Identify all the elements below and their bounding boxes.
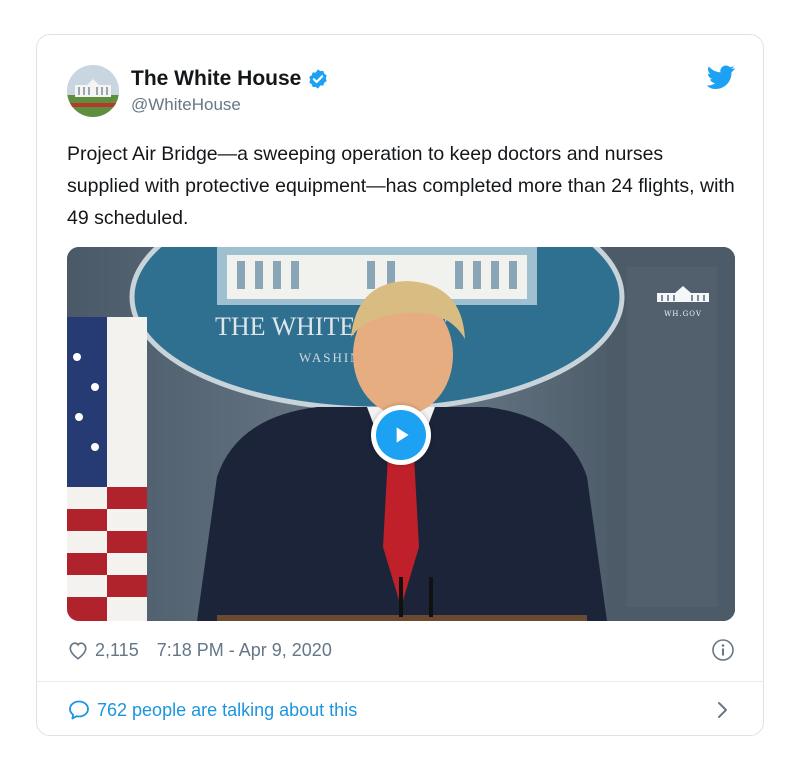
- play-button[interactable]: [371, 405, 431, 465]
- conversation-link[interactable]: 762 people are talking about this: [67, 695, 735, 725]
- divider: [37, 681, 763, 682]
- wh-gov-watermark: WH.GOV: [655, 283, 711, 318]
- like-count: 2,115: [95, 639, 139, 660]
- author-name[interactable]: The White House: [131, 67, 301, 91]
- white-house-avatar-image: [67, 65, 119, 117]
- play-icon: [376, 410, 426, 460]
- author-name-row: The White House: [131, 67, 329, 91]
- wh-gov-label: WH.GOV: [664, 310, 702, 318]
- heart-icon: [67, 640, 89, 660]
- american-flag: [67, 317, 147, 621]
- info-icon[interactable]: [711, 638, 735, 662]
- tweet-card: The White House @WhiteHouse Project Air …: [36, 34, 764, 736]
- like-button[interactable]: 2,115: [67, 640, 139, 661]
- conversation-text: 762 people are talking about this: [97, 699, 358, 720]
- tweet-timestamp[interactable]: 7:18 PM - Apr 9, 2020: [157, 640, 332, 661]
- chevron-right-icon: [717, 701, 729, 719]
- author-handle[interactable]: @WhiteHouse: [131, 95, 241, 115]
- white-house-logo-icon: [657, 286, 709, 302]
- verified-badge-icon: [307, 68, 329, 90]
- tweet-meta-row: 2,115 7:18 PM - Apr 9, 2020: [67, 635, 735, 665]
- video-player[interactable]: THE WHITE HOUSE WASHINGTON WH.GOV: [67, 247, 735, 621]
- speech-bubble-icon: [67, 698, 91, 722]
- avatar[interactable]: [67, 65, 119, 117]
- tweet-text: Project Air Bridge—a sweeping operation …: [67, 143, 735, 229]
- twitter-bird-icon[interactable]: [706, 65, 735, 90]
